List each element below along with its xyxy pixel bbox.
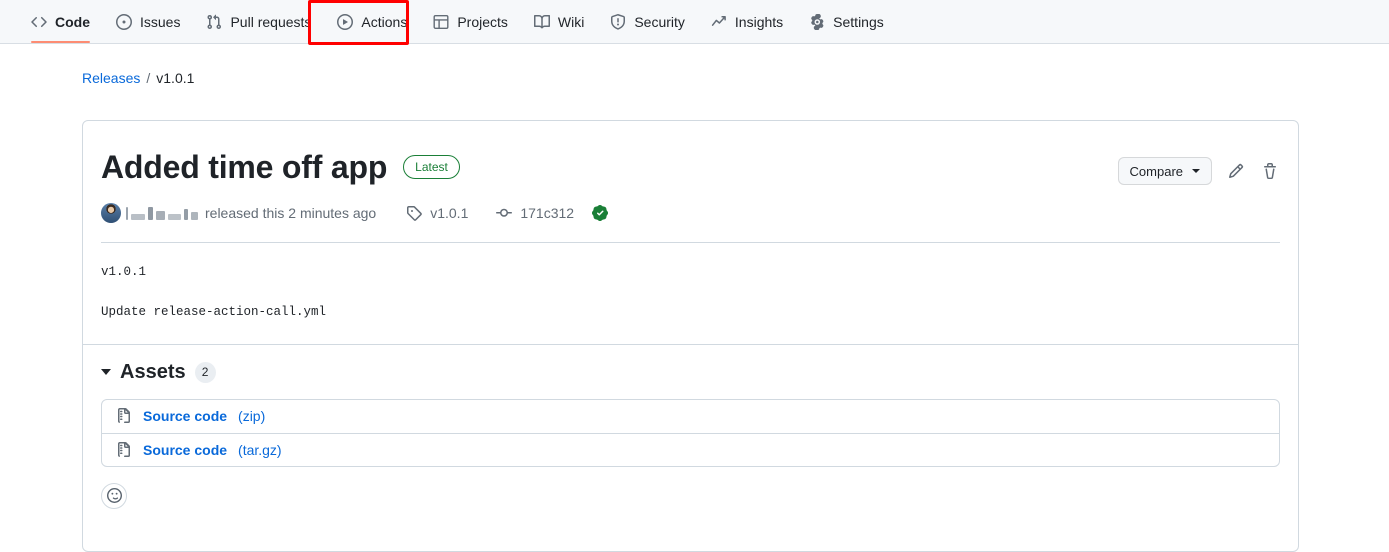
release-meta-row: released this 2 minutes ago v1.0.1 171c3… xyxy=(101,203,1280,223)
book-icon xyxy=(533,14,550,30)
nav-item-issues[interactable]: Issues xyxy=(103,0,193,43)
git-commit-icon xyxy=(496,205,513,221)
nav-item-label: Insights xyxy=(734,13,784,30)
breadcrumb-separator: / xyxy=(146,70,151,86)
pencil-icon[interactable] xyxy=(1226,161,1246,181)
nav-item-label: Code xyxy=(55,13,90,30)
nav-item-label: Wiki xyxy=(557,13,585,30)
release-title-row: Added time off app Latest xyxy=(101,145,1280,189)
shield-icon xyxy=(610,13,626,30)
nav-item-actions[interactable]: Actions xyxy=(324,0,420,43)
nav-item-insights[interactable]: Insights xyxy=(698,0,796,43)
breadcrumb: Releases / v1.0.1 xyxy=(82,70,194,86)
release-commit[interactable]: 171c312 xyxy=(496,205,609,221)
release-header: Added time off app Latest Compare releas… xyxy=(83,121,1298,243)
release-body-line: Update release-action-call.yml xyxy=(101,304,327,319)
release-header-actions: Compare xyxy=(1117,157,1280,185)
nav-item-label: Security xyxy=(634,13,685,30)
release-tag-label: v1.0.1 xyxy=(430,205,469,221)
chevron-down-icon xyxy=(1192,169,1200,173)
breadcrumb-releases-link[interactable]: Releases xyxy=(82,70,140,86)
file-zip-icon xyxy=(116,441,132,458)
nav-item-settings[interactable]: Settings xyxy=(796,0,897,43)
nav-item-pull-requests[interactable]: Pull requests xyxy=(193,0,324,43)
avatar[interactable] xyxy=(101,203,121,223)
issue-opened-icon xyxy=(116,13,132,30)
tag-icon xyxy=(406,205,422,221)
nav-item-projects[interactable]: Projects xyxy=(420,0,521,43)
smiley-icon[interactable] xyxy=(101,482,127,509)
asset-row[interactable]: Source code (zip) xyxy=(102,400,1279,433)
breadcrumb-current: v1.0.1 xyxy=(156,70,195,86)
asset-extension: (tar.gz) xyxy=(238,441,282,458)
git-pull-request-icon xyxy=(206,14,222,30)
assets-list: Source code (zip) Source code (tar.gz) xyxy=(101,398,1280,467)
gear-icon xyxy=(809,13,825,30)
compare-button[interactable]: Compare xyxy=(1117,157,1212,185)
nav-item-security[interactable]: Security xyxy=(597,0,698,43)
release-title: Added time off app xyxy=(101,148,388,185)
nav-item-label: Projects xyxy=(457,13,508,30)
triangle-down-icon xyxy=(101,369,111,375)
trash-icon[interactable] xyxy=(1260,161,1280,181)
nav-item-label: Settings xyxy=(833,13,884,30)
latest-badge: Latest xyxy=(403,155,460,179)
play-icon xyxy=(337,13,354,30)
header-divider xyxy=(101,242,1280,243)
asset-extension: (zip) xyxy=(238,408,266,424)
asset-name[interactable]: Source code xyxy=(143,442,227,458)
nav-item-code[interactable]: Code xyxy=(18,0,103,43)
compare-button-label: Compare xyxy=(1129,163,1183,179)
author-name-redacted xyxy=(126,206,198,220)
release-body: v1.0.1 Update release-action-call.yml xyxy=(83,243,1298,344)
assets-count-badge: 2 xyxy=(194,361,216,383)
assets-label: Assets xyxy=(120,360,186,383)
nav-item-label: Pull requests xyxy=(230,13,312,30)
asset-row[interactable]: Source code (tar.gz) xyxy=(102,432,1279,466)
graph-icon xyxy=(711,14,727,30)
release-tag[interactable]: v1.0.1 xyxy=(406,205,468,221)
released-text: released this 2 minutes ago xyxy=(205,205,377,221)
release-body-line: v1.0.1 xyxy=(101,265,147,279)
file-zip-icon xyxy=(116,408,132,424)
repo-nav: Code Issues Pull requests Actions Projec xyxy=(0,0,1389,44)
release-commit-hash: 171c312 xyxy=(520,205,575,221)
release-card: Added time off app Latest Compare releas… xyxy=(82,120,1299,552)
repo-nav-list: Code Issues Pull requests Actions Projec xyxy=(0,0,1389,43)
nav-item-wiki[interactable]: Wiki xyxy=(521,0,597,43)
nav-item-label: Issues xyxy=(140,13,181,30)
nav-item-label: Actions xyxy=(361,13,408,30)
verified-check-icon xyxy=(592,205,609,221)
code-icon xyxy=(31,14,47,30)
assets-header[interactable]: Assets 2 xyxy=(101,361,1280,384)
assets-section: Assets 2 Source code (zip) Source code (… xyxy=(83,343,1298,527)
asset-name[interactable]: Source code xyxy=(143,408,227,424)
table-icon xyxy=(433,14,449,30)
